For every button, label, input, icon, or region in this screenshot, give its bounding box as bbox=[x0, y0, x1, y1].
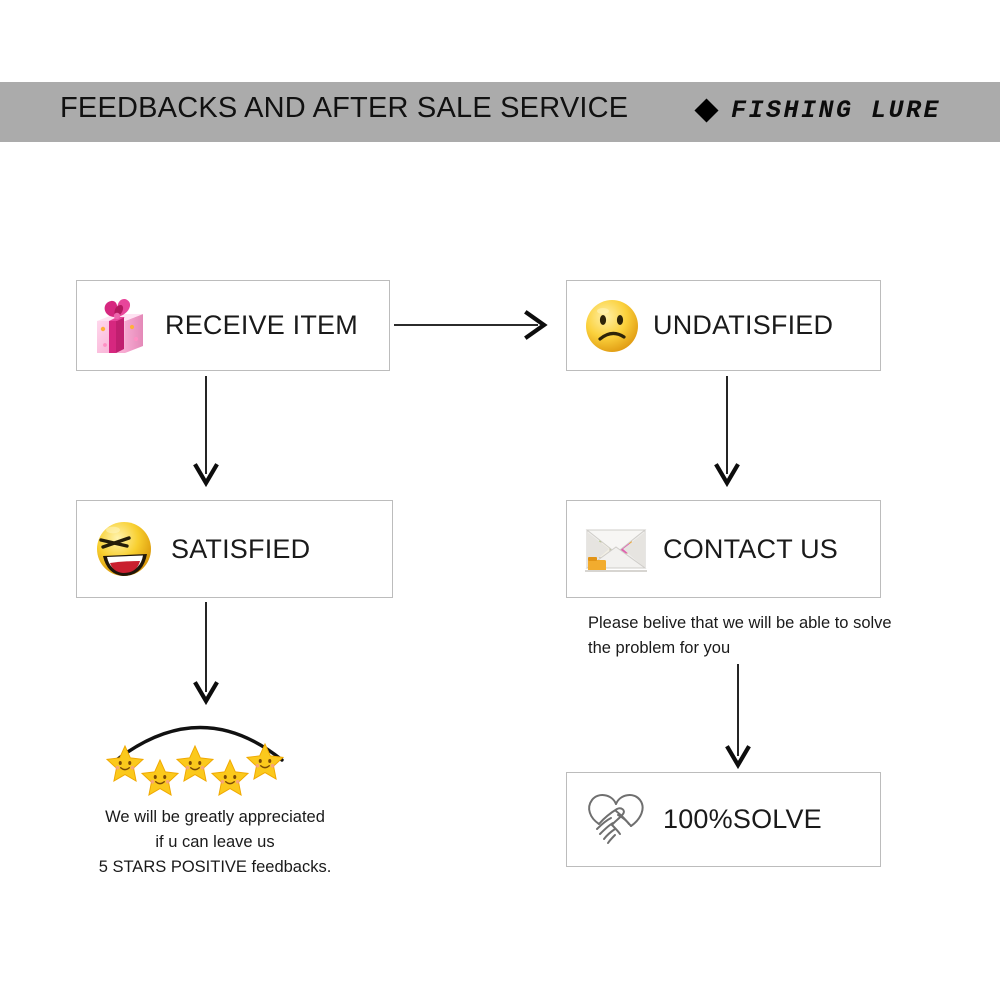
caption-line: the problem for you bbox=[588, 639, 731, 657]
sad-face-icon bbox=[581, 295, 643, 357]
connector-receive-to-undatisfied bbox=[394, 310, 548, 340]
gift-box-icon bbox=[91, 295, 151, 357]
envelope-icon bbox=[581, 520, 651, 578]
feedback-request-caption: We will be greatly appreciated if u can … bbox=[60, 805, 370, 880]
flow-box-satisfied[interactable]: SATISFIED bbox=[76, 500, 393, 598]
connector-satisfied-to-stars bbox=[193, 602, 219, 706]
connector-undatisfied-to-contact bbox=[714, 376, 740, 488]
diamond-icon bbox=[694, 98, 719, 123]
flow-box-undatisfied[interactable]: UNDATISFIED bbox=[566, 280, 881, 371]
flow-box-solve[interactable]: 100%SOLVE bbox=[566, 772, 881, 867]
smiling-star-icon bbox=[176, 744, 214, 782]
caption-line: 5 STARS POSITIVE feedbacks. bbox=[98, 858, 332, 876]
contact-reassurance-caption: Please belive that we will be able to so… bbox=[588, 611, 918, 661]
flow-box-label: SATISFIED bbox=[171, 533, 311, 564]
smiling-star-icon bbox=[211, 758, 249, 796]
flow-box-label: CONTACT US bbox=[663, 533, 839, 564]
flow-box-receive-item[interactable]: RECEIVE ITEM bbox=[76, 280, 390, 371]
connector-receive-to-satisfied bbox=[193, 376, 219, 488]
smiling-star-icon bbox=[106, 744, 144, 782]
smiling-star-icon bbox=[246, 742, 284, 780]
laughing-face-icon bbox=[91, 516, 157, 582]
flow-box-contact-us[interactable]: CONTACT US bbox=[566, 500, 881, 598]
star-rating-group bbox=[96, 700, 311, 796]
caption-line: Please belive that we will be able to so… bbox=[588, 614, 892, 632]
flow-box-label: UNDATISFIED bbox=[653, 310, 834, 340]
handshake-heart-icon bbox=[581, 787, 651, 853]
brand-name: FISHING LURE bbox=[731, 96, 942, 125]
feedback-flow-page: FEEDBACKS AND AFTER SALE SERVICE FISHING… bbox=[0, 0, 1000, 1000]
smiling-star-icon bbox=[141, 758, 179, 796]
connector-contact-to-solve bbox=[725, 664, 751, 770]
flow-box-label: RECEIVE ITEM bbox=[165, 310, 358, 340]
caption-line: if u can leave us bbox=[155, 833, 275, 851]
caption-line: We will be greatly appreciated bbox=[105, 808, 325, 826]
page-title: FEEDBACKS AND AFTER SALE SERVICE bbox=[60, 92, 629, 124]
brand-logo: FISHING LURE bbox=[694, 96, 942, 125]
flow-box-label: 100%SOLVE bbox=[663, 804, 822, 834]
